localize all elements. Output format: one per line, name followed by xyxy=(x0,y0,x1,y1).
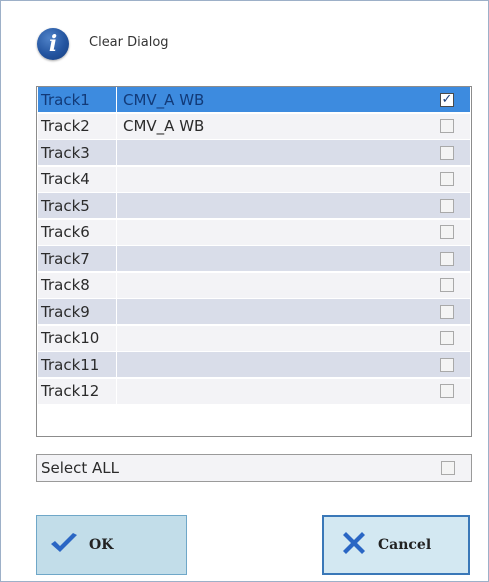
track-checkbox[interactable] xyxy=(440,357,454,372)
track-checkbox[interactable] xyxy=(440,198,454,213)
ok-button[interactable]: OK xyxy=(36,515,187,575)
ok-label: OK xyxy=(89,537,114,553)
track-assay xyxy=(117,326,440,351)
track-checkbox[interactable] xyxy=(440,384,454,398)
track-row[interactable]: Track11 xyxy=(38,352,470,377)
track-row[interactable]: Track3 xyxy=(38,140,470,165)
track-assay xyxy=(117,246,440,271)
track-checkbox[interactable] xyxy=(440,172,454,186)
clear-dialog: i Clear Dialog Track1 CMV_A WB ✓ Track2 CMV_… xyxy=(0,0,489,582)
track-name: Track10 xyxy=(38,325,117,351)
track-name: Track6 xyxy=(38,219,117,245)
track-row[interactable]: Track9 xyxy=(38,299,470,324)
track-assay xyxy=(117,379,440,404)
track-row[interactable]: Track8 xyxy=(38,272,470,298)
track-row[interactable]: Track1 CMV_A WB ✓ xyxy=(38,87,470,112)
track-checkbox[interactable]: ✓ xyxy=(440,92,454,107)
track-name: Track4 xyxy=(38,166,117,192)
track-name: Track7 xyxy=(38,246,117,271)
track-row[interactable]: Track12 xyxy=(38,378,470,404)
track-name: Track5 xyxy=(38,193,117,218)
track-name: Track9 xyxy=(38,299,117,324)
track-name: Track11 xyxy=(38,352,117,377)
cancel-label: Cancel xyxy=(378,537,432,553)
track-assay xyxy=(117,273,440,298)
track-name: Track8 xyxy=(38,272,117,298)
info-icon: i xyxy=(37,28,69,60)
track-checkbox[interactable] xyxy=(440,251,454,266)
track-name: Track12 xyxy=(38,378,117,404)
cancel-button[interactable]: Cancel xyxy=(322,515,470,575)
track-checkbox[interactable] xyxy=(440,278,454,292)
track-checkbox[interactable] xyxy=(440,225,454,239)
track-name: Track3 xyxy=(38,140,117,165)
track-assay xyxy=(117,352,440,377)
track-assay xyxy=(117,220,440,245)
track-checkbox[interactable] xyxy=(440,119,454,133)
track-row[interactable]: Track4 xyxy=(38,166,470,192)
track-checkbox[interactable] xyxy=(440,304,454,319)
track-row[interactable]: Track7 xyxy=(38,246,470,271)
select-all-checkbox[interactable] xyxy=(441,461,455,475)
track-assay xyxy=(117,299,440,324)
track-assay xyxy=(117,167,440,192)
track-row[interactable]: Track10 xyxy=(38,325,470,351)
track-row[interactable]: Track5 xyxy=(38,193,470,218)
track-assay xyxy=(117,193,440,218)
track-assay: CMV_A WB xyxy=(123,90,205,109)
track-row[interactable]: Track6 xyxy=(38,219,470,245)
checkmark-icon xyxy=(49,532,79,558)
track-checkbox[interactable] xyxy=(440,145,454,160)
track-list[interactable]: Track1 CMV_A WB ✓ Track2 CMV_A WB Track3 Track… xyxy=(36,86,472,437)
track-name: Track2 xyxy=(38,113,117,139)
track-checkbox[interactable] xyxy=(440,331,454,345)
track-row[interactable]: Track2 CMV_A WB xyxy=(38,113,470,139)
select-all-label: Select ALL xyxy=(41,459,120,477)
track-assay: CMV_A WB xyxy=(123,117,205,135)
dialog-title: Clear Dialog xyxy=(89,35,169,50)
select-all-row[interactable]: Select ALL xyxy=(36,454,472,482)
track-assay xyxy=(117,140,440,165)
track-name: Track1 xyxy=(38,87,117,112)
x-icon xyxy=(340,529,368,561)
